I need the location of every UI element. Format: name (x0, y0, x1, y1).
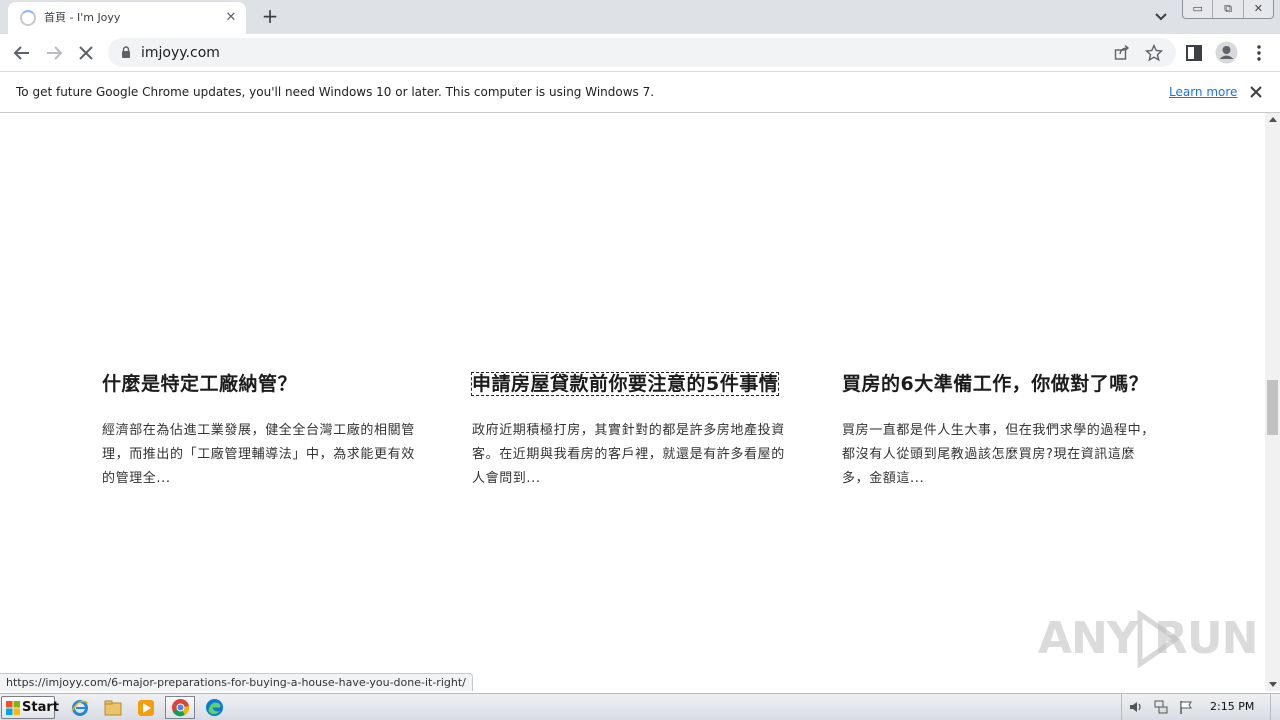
tab-close-icon[interactable]: ✕ (222, 9, 240, 27)
anyrun-watermark: ANY RUN (1038, 604, 1258, 674)
taskbar: Start 2:15 PM (0, 693, 1280, 720)
scroll-down-arrow-icon[interactable] (1269, 682, 1277, 687)
article-excerpt: 買房一直都是件人生大事，但在我們求學的過程中，都沒有人從頭到尾教過該怎麼買房?現… (842, 423, 1155, 486)
article-title-text[interactable]: 申請房屋貸款前你要注意的5件事情 (470, 372, 780, 396)
article-card: 什麼是特定工廠納管？ 經濟部在為佔進工業發展，健全全台灣工廠的相關管理，而推出的… (102, 369, 422, 491)
restore-button[interactable]: ⧉ (1213, 0, 1244, 18)
url-text[interactable]: imjoyy.com (141, 44, 220, 62)
article-title[interactable]: 申請房屋貸款前你要注意的5件事情 (470, 369, 792, 399)
taskbar-explorer[interactable] (98, 696, 128, 719)
loading-spinner-icon (20, 10, 36, 26)
article-excerpt: 政府近期積極打房，其實針對的都是許多房地產投資客。在近期與我看房的客戶裡，就還是… (472, 423, 785, 486)
bookmark-star-icon[interactable] (1145, 44, 1163, 62)
taskbar-media-player[interactable] (131, 696, 161, 719)
article-card: 申請房屋貸款前你要注意的5件事情 政府近期積極打房，其實針對的都是許多房地產投資… (470, 369, 792, 491)
edge-icon (205, 698, 223, 717)
browser-toolbar: imjoyy.com (0, 34, 1280, 71)
taskbar-ie[interactable] (65, 696, 95, 719)
scroll-thumb[interactable] (1267, 380, 1278, 435)
page-content: 什麼是特定工廠納管？ 經濟部在為佔進工業發展，健全全台灣工廠的相關管理，而推出的… (0, 113, 1265, 691)
network-icon[interactable] (1153, 699, 1169, 715)
watermark-left-text: ANY (1038, 613, 1139, 664)
article-excerpt: 經濟部在為佔進工業發展，健全全台灣工廠的相關管理，而推出的「工廠管理輔導法」中，… (102, 423, 415, 486)
chevron-down-icon[interactable] (1150, 8, 1172, 26)
tab-title: 首頁 - I'm Joyy (44, 11, 121, 24)
scroll-up-arrow-icon[interactable] (1269, 117, 1277, 122)
watermark-right-text: RUN (1154, 613, 1258, 664)
article-title[interactable]: 買房的6大準備工作，你做對了嗎？ (842, 369, 1162, 399)
address-bar[interactable]: imjoyy.com (108, 38, 1176, 67)
folder-icon (104, 700, 122, 715)
stop-loading-icon[interactable] (73, 40, 99, 66)
system-tray: 2:15 PM (1121, 694, 1280, 720)
window-close-button[interactable]: ✕ (1244, 0, 1273, 18)
page-scrollbar[interactable] (1265, 113, 1280, 691)
back-arrow-icon[interactable] (9, 40, 35, 66)
article-title-text[interactable]: 買房的6大準備工作，你做對了嗎？ (842, 373, 1148, 395)
side-panel-icon[interactable] (1184, 43, 1204, 63)
taskbar-edge[interactable] (199, 696, 229, 719)
action-center-flag-icon[interactable] (1178, 699, 1194, 715)
article-title[interactable]: 什麼是特定工廠納管？ (102, 369, 422, 399)
lock-icon[interactable] (121, 46, 131, 58)
volume-icon[interactable] (1128, 699, 1144, 715)
chrome-icon (171, 698, 189, 717)
taskbar-chrome[interactable] (165, 696, 195, 719)
new-tab-button[interactable]: + (258, 5, 282, 29)
update-infobar: To get future Google Chrome updates, you… (0, 71, 1280, 113)
minimize-button[interactable]: ▭ (1183, 0, 1214, 18)
forward-arrow-icon[interactable] (41, 40, 67, 66)
infobar-close-icon[interactable] (1247, 83, 1265, 101)
more-menu-icon[interactable] (1249, 43, 1269, 63)
link-status-bubble: https://imjoyy.com/6-major-preparations-… (0, 673, 473, 691)
tab-home[interactable]: 首頁 - I'm Joyy ✕ (8, 2, 246, 34)
clock-time[interactable]: 2:15 PM (1210, 700, 1254, 714)
tab-strip: 首頁 - I'm Joyy ✕ + ▭ ⧉ ✕ (0, 0, 1280, 34)
infobar-message: To get future Google Chrome updates, you… (16, 85, 655, 99)
window-controls: ▭ ⧉ ✕ (1182, 0, 1274, 19)
media-player-icon (138, 699, 154, 716)
start-button[interactable]: Start (1, 696, 59, 719)
profile-avatar-icon[interactable] (1215, 41, 1238, 64)
article-title-text[interactable]: 什麼是特定工廠納管？ (102, 373, 297, 395)
learn-more-link[interactable]: Learn more (1169, 84, 1237, 100)
show-desktop-button[interactable] (1270, 694, 1280, 720)
share-icon[interactable] (1113, 44, 1131, 62)
internet-explorer-icon (71, 699, 89, 716)
windows-logo-icon (6, 701, 20, 715)
start-label: Start (22, 700, 59, 715)
article-card: 買房的6大準備工作，你做對了嗎？ 買房一直都是件人生大事，但在我們求學的過程中，… (842, 369, 1162, 491)
